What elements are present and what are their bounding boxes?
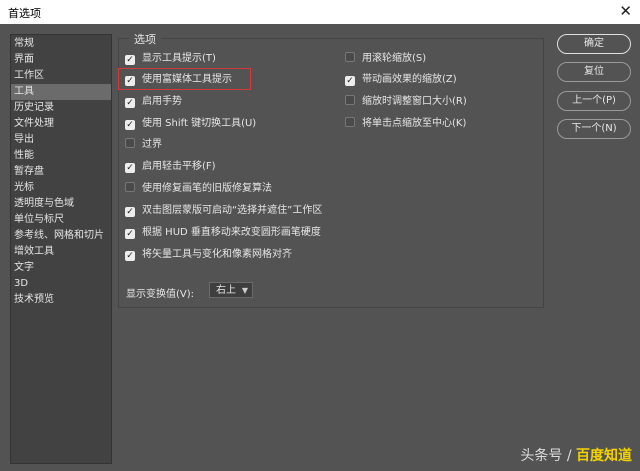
checkbox-label: 根据 HUD 垂直移动来改变圆形画笔硬度 (142, 227, 321, 238)
checkbox-rich-tooltips[interactable]: ✓ 使用富媒体工具提示 (125, 72, 232, 88)
checkbox-checked-icon[interactable]: ✓ (125, 120, 135, 130)
watermark-source: 头条号 / (520, 448, 576, 464)
checkbox-shift-switch-tools[interactable]: ✓ 使用 Shift 键切换工具(U) (125, 116, 256, 132)
checkbox-label: 使用 Shift 键切换工具(U) (142, 118, 257, 129)
checkbox-label: 显示工具提示(T) (142, 53, 216, 64)
checkbox-unchecked-icon[interactable] (125, 182, 135, 192)
sidebar-item-tech-previews[interactable]: 技术预览 (11, 292, 111, 308)
sidebar-item-file-handling[interactable]: 文件处理 (11, 116, 111, 132)
checkbox-checked-icon[interactable]: ✓ (125, 163, 135, 173)
checkbox-label: 过界 (142, 139, 162, 150)
checkbox-label: 使用修复画笔的旧版修复算法 (142, 183, 272, 194)
sidebar-item-type[interactable]: 文字 (11, 260, 111, 276)
checkbox-legacy-healing[interactable]: 使用修复画笔的旧版修复算法 (125, 181, 272, 197)
checkbox-checked-icon[interactable]: ✓ (125, 76, 135, 86)
prev-button[interactable]: 上一个(P) (557, 91, 631, 111)
checkbox-label: 缩放时调整窗口大小(R) (362, 96, 467, 107)
checkbox-checked-icon[interactable]: ✓ (125, 229, 135, 239)
checkbox-zoom-scroll-wheel[interactable]: 用滚轮缩放(S) (345, 51, 426, 67)
sidebar-item-transparency[interactable]: 透明度与色域 (11, 196, 111, 212)
checkbox-unchecked-icon[interactable] (345, 52, 355, 62)
checkbox-show-tooltips[interactable]: ✓ 显示工具提示(T) (125, 51, 216, 67)
reset-button[interactable]: 复位 (557, 62, 631, 82)
sidebar-item-export[interactable]: 导出 (11, 132, 111, 148)
checkbox-checked-icon[interactable]: ✓ (125, 55, 135, 65)
checkbox-label: 使用富媒体工具提示 (142, 74, 232, 85)
checkbox-unchecked-icon[interactable] (125, 138, 135, 148)
title-bar: 首选项 ✕ (0, 0, 640, 24)
ok-button[interactable]: 确定 (557, 34, 631, 54)
sidebar-item-tools[interactable]: 工具 (11, 84, 111, 100)
watermark-brand: 百度知道 (576, 448, 632, 464)
checkbox-label: 用滚轮缩放(S) (362, 53, 427, 64)
checkbox-checked-icon[interactable]: ✓ (125, 251, 135, 261)
checkbox-label: 双击图层蒙版可启动“选择并遮住”工作区 (142, 205, 323, 216)
sidebar-item-plugins[interactable]: 增效工具 (11, 244, 111, 260)
close-icon[interactable]: ✕ (619, 2, 632, 20)
checkbox-label: 将单击点缩放至中心(K) (362, 118, 467, 129)
checkbox-checked-icon[interactable]: ✓ (125, 98, 135, 108)
transform-values-label: 显示变换值(V): (126, 289, 195, 300)
checkbox-label: 带动画效果的缩放(Z) (362, 74, 457, 85)
checkbox-label: 将矢量工具与变化和像素网格对齐 (142, 249, 292, 260)
sidebar-item-workspace[interactable]: 工作区 (11, 68, 111, 84)
next-button[interactable]: 下一个(N) (557, 119, 631, 139)
checkbox-zoom-clicked-point[interactable]: 将单击点缩放至中心(K) (345, 116, 466, 132)
window-title: 首选项 (8, 7, 41, 20)
category-list[interactable]: 常规 界面 工作区 工具 历史记录 文件处理 导出 性能 暂存盘 光标 透明度与… (10, 34, 112, 464)
checkbox-mask-select-and-mask[interactable]: ✓ 双击图层蒙版可启动“选择并遮住”工作区 (125, 203, 322, 219)
sidebar-item-cursors[interactable]: 光标 (11, 180, 111, 196)
sidebar-item-3d[interactable]: 3D (11, 276, 111, 292)
sidebar-item-interface[interactable]: 界面 (11, 52, 111, 68)
sidebar-item-history[interactable]: 历史记录 (11, 100, 111, 116)
checkbox-flick-panning[interactable]: ✓ 启用轻击平移(F) (125, 159, 216, 175)
checkbox-unchecked-icon[interactable] (345, 117, 355, 127)
watermark: 头条号 / 百度知道 (520, 445, 632, 465)
sidebar-item-guides[interactable]: 参考线、网格和切片 (11, 228, 111, 244)
options-group-title: 选项 (129, 31, 161, 47)
checkbox-enable-gestures[interactable]: ✓ 启用手势 (125, 94, 182, 110)
sidebar-item-general[interactable]: 常规 (11, 36, 111, 52)
sidebar-item-scratch-disks[interactable]: 暂存盘 (11, 164, 111, 180)
checkbox-checked-icon[interactable]: ✓ (125, 207, 135, 217)
chevron-down-icon: ▼ (241, 286, 248, 295)
preferences-dialog: 首选项 ✕ 常规 界面 工作区 工具 历史记录 文件处理 导出 性能 暂存盘 光… (0, 0, 640, 471)
checkbox-zoom-resize-windows[interactable]: 缩放时调整窗口大小(R) (345, 94, 467, 110)
checkbox-hud-brush-hardness[interactable]: ✓ 根据 HUD 垂直移动来改变圆形画笔硬度 (125, 225, 321, 241)
checkbox-snap-vector-tools[interactable]: ✓ 将矢量工具与变化和像素网格对齐 (125, 247, 292, 263)
transform-values-selected: 右上 (216, 285, 236, 296)
checkbox-animated-zoom[interactable]: ✓ 带动画效果的缩放(Z) (345, 72, 457, 88)
checkbox-unchecked-icon[interactable] (345, 95, 355, 105)
checkbox-checked-icon[interactable]: ✓ (345, 76, 355, 86)
sidebar-item-units[interactable]: 单位与标尺 (11, 212, 111, 228)
transform-values-select[interactable]: 右上 ▼ (209, 282, 253, 298)
checkbox-overscroll[interactable]: 过界 (125, 137, 162, 153)
checkbox-label: 启用手势 (142, 96, 182, 107)
sidebar-item-performance[interactable]: 性能 (11, 148, 111, 164)
checkbox-label: 启用轻击平移(F) (142, 161, 216, 172)
